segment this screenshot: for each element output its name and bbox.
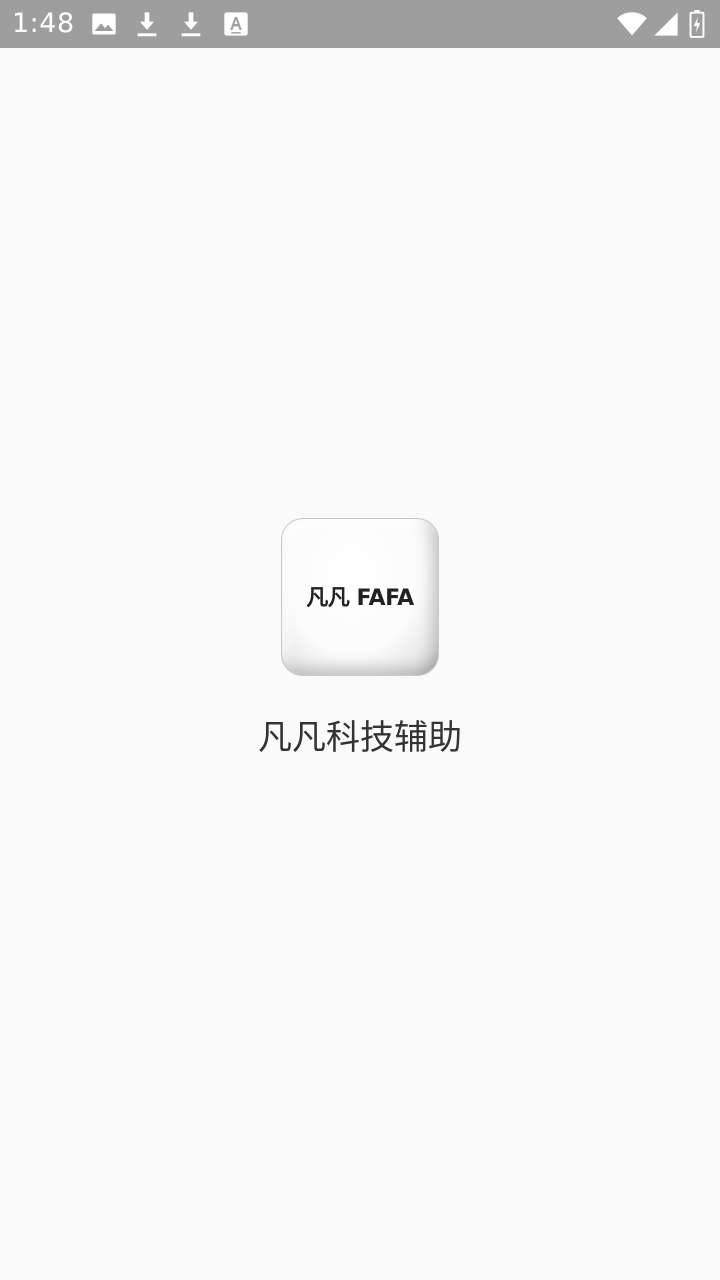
image-icon (90, 10, 118, 38)
download-icon (133, 10, 161, 38)
download-icon (177, 10, 205, 38)
battery-charging-icon (686, 10, 708, 38)
wifi-icon (616, 10, 648, 38)
font-app-icon (222, 10, 250, 38)
app-logo-icon: 凡凡 FAFA (281, 518, 439, 676)
status-bar: 1:48 (0, 0, 720, 48)
app-logo-text: 凡凡 FAFA (306, 586, 414, 611)
status-time: 1:48 (12, 8, 75, 39)
cellular-signal-icon (652, 10, 680, 38)
app-name: 凡凡科技辅助 (258, 718, 462, 758)
